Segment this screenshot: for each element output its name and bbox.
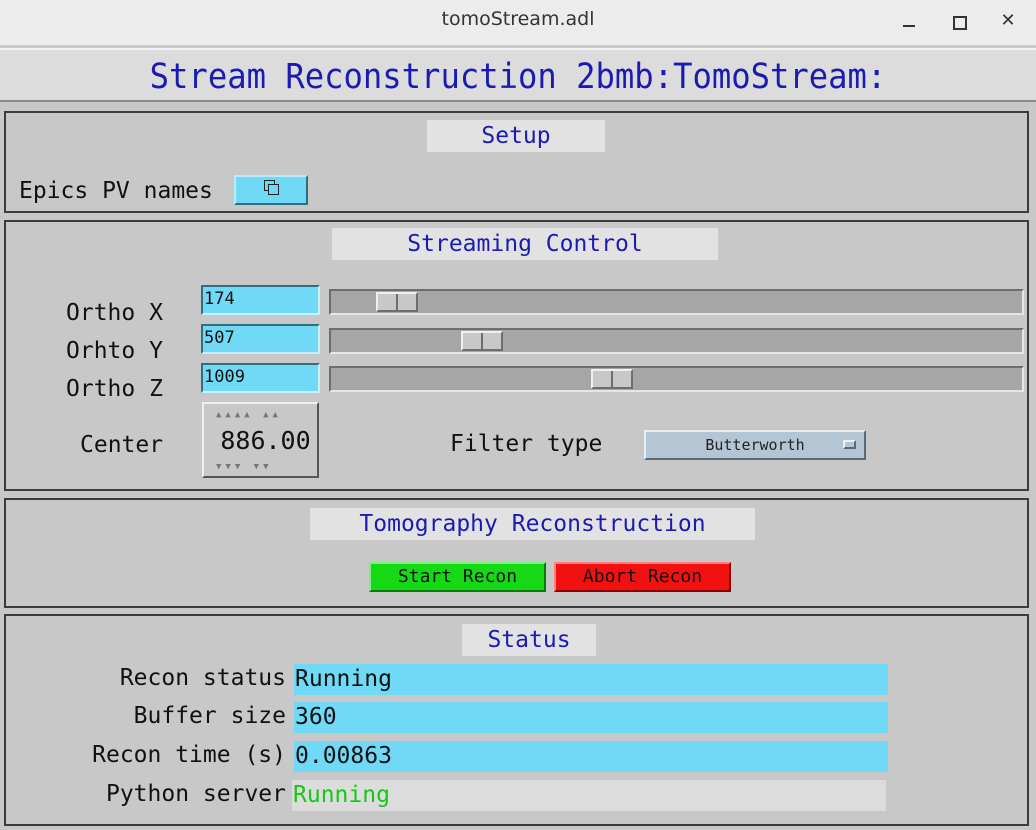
ortho-z-input[interactable]: 1009 — [201, 363, 320, 393]
start-recon-button[interactable]: Start Recon — [369, 562, 546, 592]
abort-recon-button[interactable]: Abort Recon — [554, 562, 731, 592]
menu-indicator-icon — [843, 440, 856, 449]
status-section-title: Status — [462, 624, 596, 656]
minimize-icon[interactable] — [898, 10, 920, 32]
streaming-section-title: Streaming Control — [332, 228, 718, 260]
ortho-x-input[interactable]: 174 — [201, 285, 320, 315]
ortho-y-slider[interactable] — [329, 328, 1024, 354]
wheel-down-arrows[interactable]: ▼▼▼ ▼▼ — [216, 462, 273, 472]
filter-type-label: Filter type — [450, 431, 603, 457]
ortho-y-slider-thumb[interactable] — [461, 331, 503, 351]
python-server-label: Python server — [105, 781, 286, 807]
recon-status-value: Running — [294, 664, 888, 695]
recon-section-title: Tomography Reconstruction — [310, 508, 755, 540]
page-title: Stream Reconstruction 2bmb:TomoStream: — [149, 57, 887, 97]
ortho-x-slider[interactable] — [329, 289, 1024, 315]
center-wheel-switch[interactable]: ▲▲▲▲ ▲▲ 886.00 ▼▼▼ ▼▼ — [202, 402, 319, 478]
recon-time-label: Recon time (s) — [92, 742, 286, 768]
ortho-y-input[interactable]: 507 — [201, 324, 320, 354]
recon-status-label: Recon status — [119, 665, 286, 691]
filter-type-menu[interactable]: Butterworth — [644, 430, 866, 460]
recon-time-value: 0.00863 — [294, 741, 888, 772]
ortho-x-slider-thumb[interactable] — [376, 292, 418, 312]
setup-section-title: Setup — [427, 120, 605, 152]
epics-pv-names-button[interactable] — [234, 175, 308, 205]
ortho-x-label: Ortho X — [66, 300, 163, 326]
filter-type-value: Butterworth — [705, 436, 805, 454]
center-value: 886.00 — [220, 426, 311, 455]
ortho-z-slider[interactable] — [329, 366, 1024, 392]
ortho-z-slider-thumb[interactable] — [591, 369, 633, 389]
ortho-z-label: Ortho Z — [66, 376, 163, 402]
close-icon[interactable]: ✕ — [997, 10, 1019, 32]
window-titlebar: tomoStream.adl ✕ — [0, 0, 1036, 46]
wheel-up-arrows[interactable]: ▲▲▲▲ ▲▲ — [216, 410, 282, 420]
epics-pv-names-label: Epics PV names — [19, 178, 213, 204]
buffer-size-value: 360 — [294, 702, 888, 733]
python-server-value: Running — [292, 780, 886, 811]
maximize-icon[interactable] — [947, 10, 969, 32]
center-label: Center — [80, 432, 164, 458]
window-title: tomoStream.adl — [441, 8, 595, 30]
buffer-size-label: Buffer size — [133, 703, 286, 729]
related-display-icon — [264, 180, 279, 195]
main-header: Stream Reconstruction 2bmb:TomoStream: — [0, 48, 1036, 102]
ortho-y-label: Orhto Y — [66, 338, 163, 364]
